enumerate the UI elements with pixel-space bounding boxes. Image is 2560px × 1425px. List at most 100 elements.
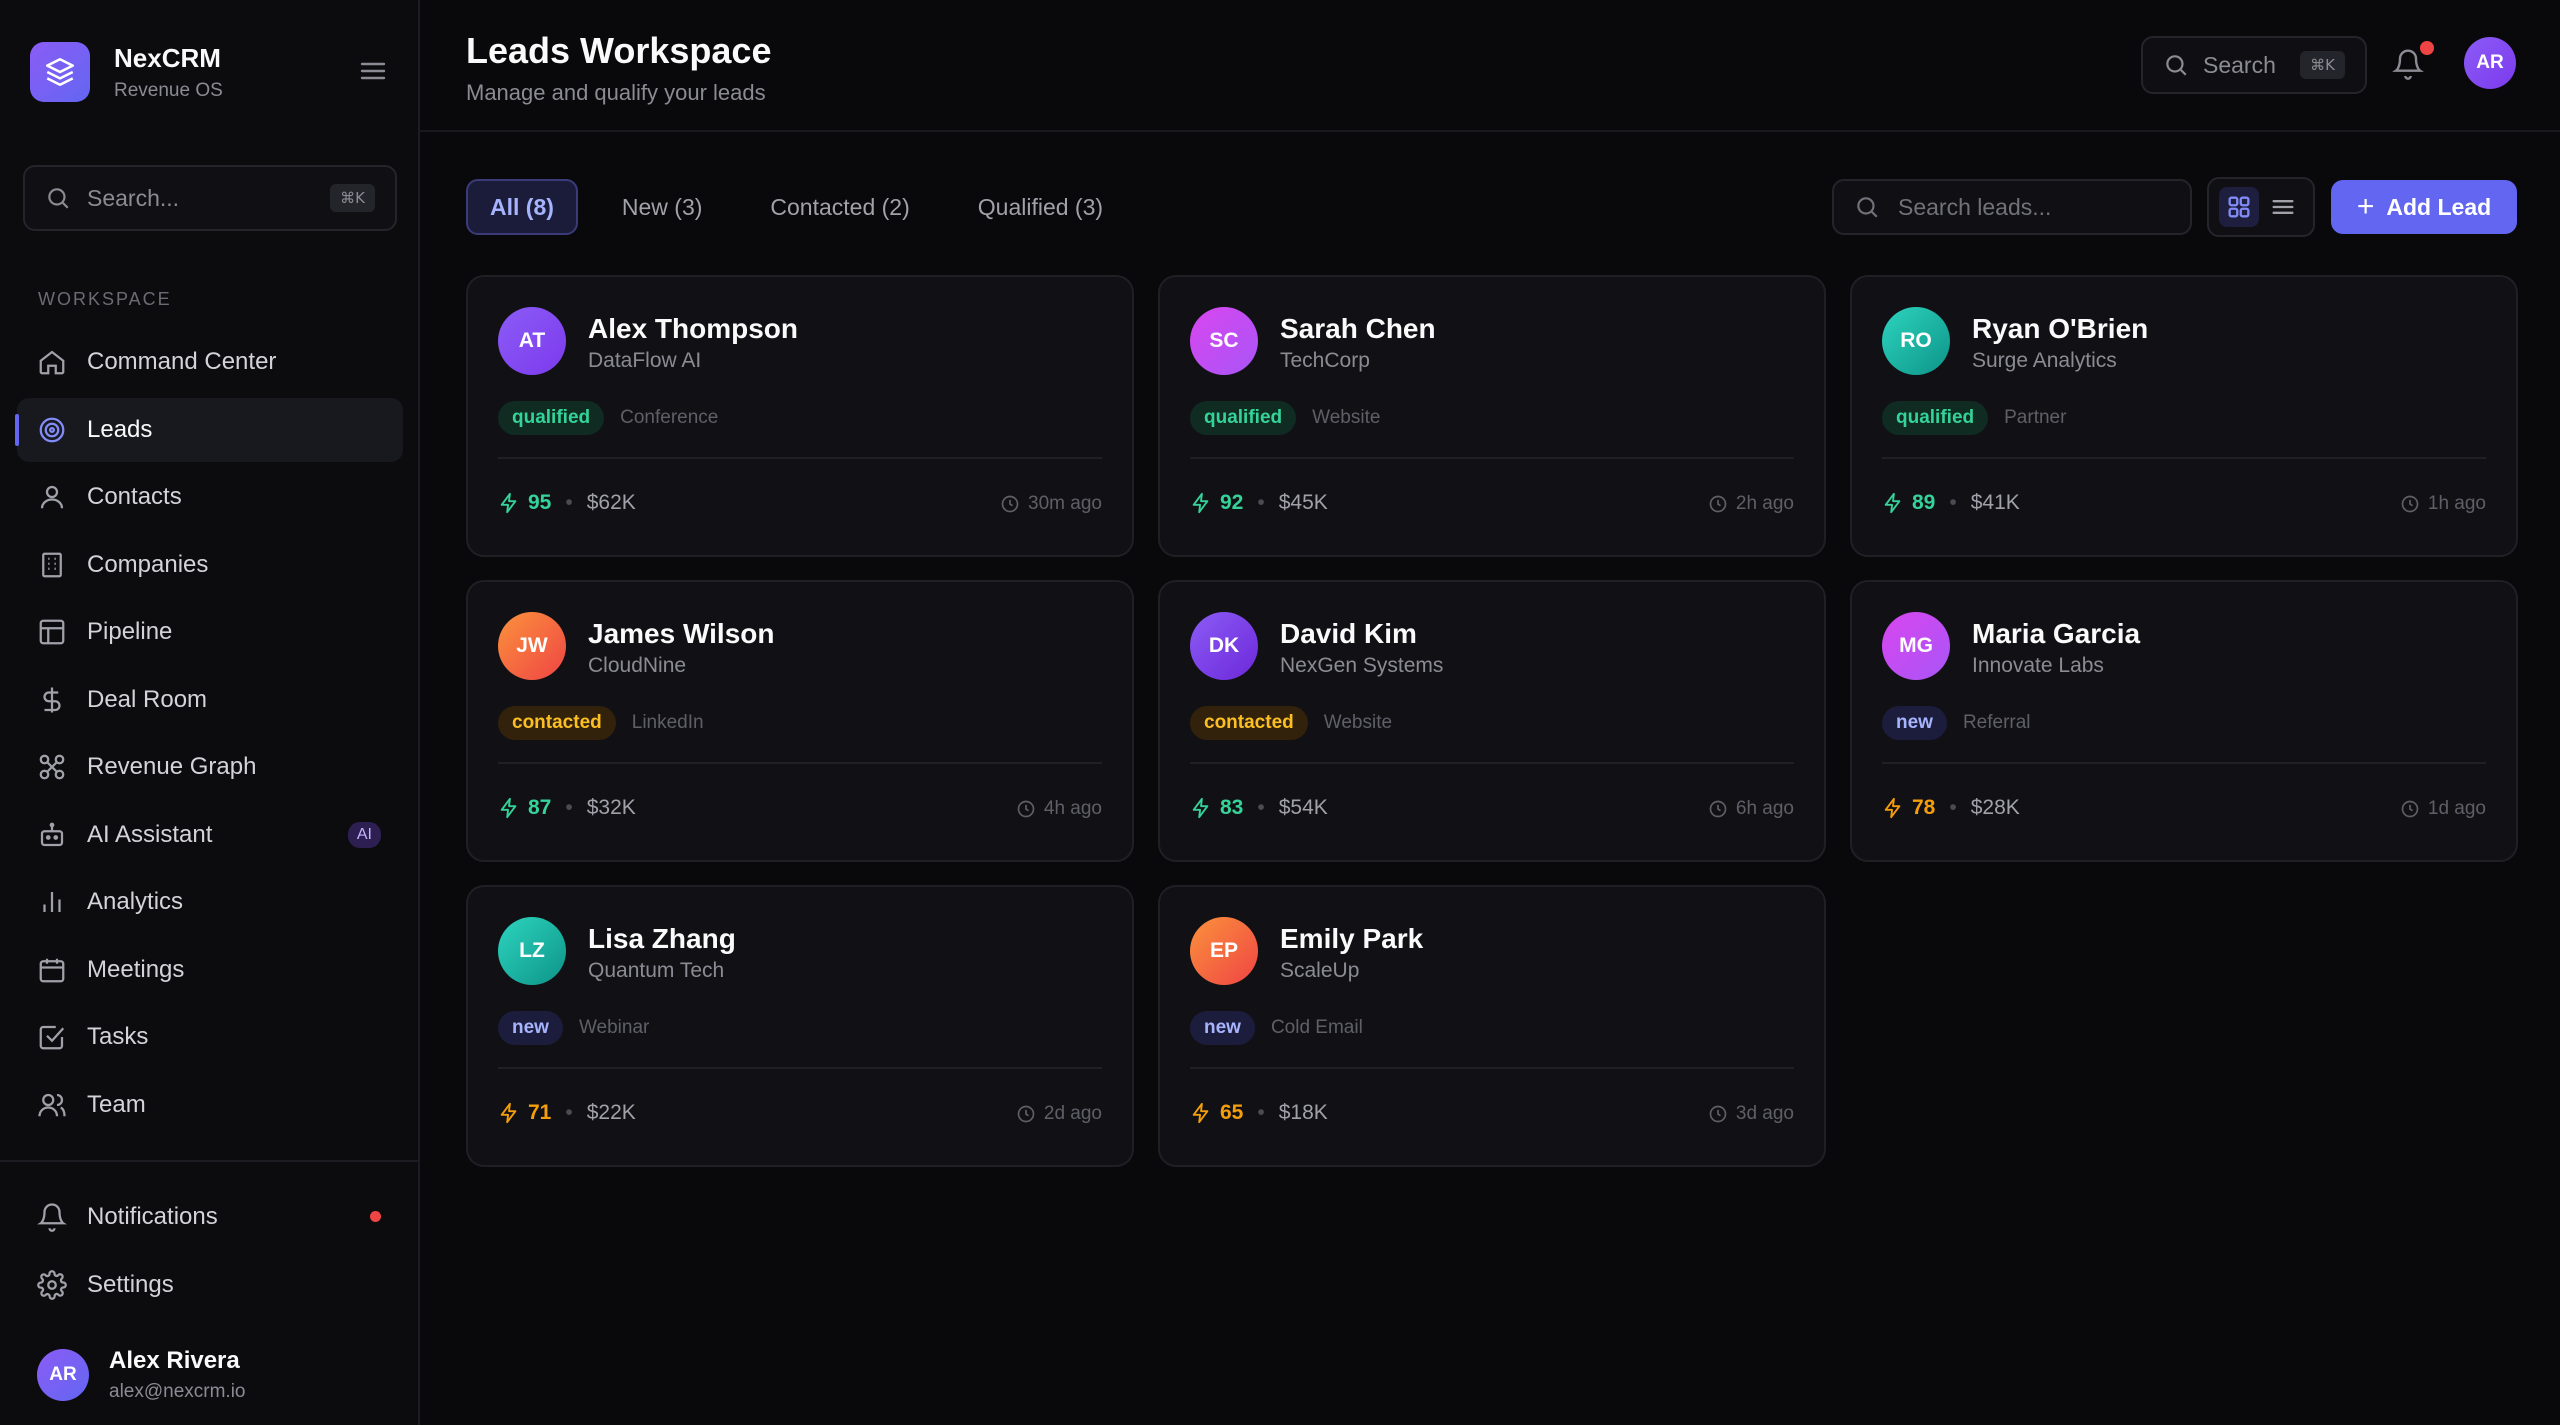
sidebar-item-settings[interactable]: Settings — [17, 1253, 403, 1317]
sidebar-item-team[interactable]: Team — [17, 1073, 403, 1137]
lead-card[interactable]: JW James Wilson CloudNine contacted LinkedIn… — [466, 580, 1134, 862]
deal-amount: $41K — [1970, 491, 2020, 514]
bar-chart-icon — [37, 887, 67, 917]
user-profile[interactable]: AR Alex Rivera alex@nexcrm.io — [37, 1347, 246, 1403]
lead-search-placeholder: Search leads... — [1898, 193, 2052, 220]
lead-metrics: 78 • $28K — [1882, 796, 2020, 820]
lead-source: Website — [1312, 407, 1381, 428]
grid-view-icon[interactable] — [2219, 187, 2259, 227]
lead-card[interactable]: RO Ryan O'Brien Surge Analytics qualified Pa… — [1850, 275, 2518, 557]
sidebar-item-analytics[interactable]: Analytics — [17, 870, 403, 934]
sidebar-search-placeholder: Search... — [87, 184, 180, 211]
global-search-button[interactable]: Search ⌘K — [2141, 36, 2367, 94]
sidebar-item-label: Meetings — [87, 955, 185, 983]
header: Leads Workspace Manage and qualify your … — [420, 0, 2560, 132]
shortcut-badge: ⌘K — [330, 184, 375, 212]
card-divider — [1190, 762, 1794, 764]
lead-search-input[interactable]: Search leads... — [1832, 179, 2192, 235]
target-icon — [37, 415, 67, 445]
lead-source: Cold Email — [1270, 1017, 1363, 1038]
sidebar-item-deal-room[interactable]: Deal Room — [17, 668, 403, 732]
sidebar-item-ai-assistant[interactable]: AI Assistant AI — [17, 803, 403, 867]
sidebar-item-contacts[interactable]: Contacts — [17, 465, 403, 529]
sidebar-item-pipeline[interactable]: Pipeline — [17, 600, 403, 664]
dollar-icon — [37, 685, 67, 715]
user-email: alex@nexcrm.io — [109, 1381, 246, 1402]
lead-metrics: 71 • $22K — [498, 1101, 636, 1125]
lead-name: Ryan O'Brien — [1972, 313, 2149, 344]
lead-tags: new Referral — [1882, 706, 2031, 740]
ai-badge: AI — [347, 821, 381, 848]
list-view-icon[interactable] — [2263, 187, 2303, 227]
lead-card[interactable]: LZ Lisa Zhang Quantum Tech new Webinar 71 • $22… — [466, 885, 1134, 1167]
tab-qualified[interactable]: Qualified (3) — [954, 179, 1127, 235]
avatar[interactable]: AR — [2464, 37, 2516, 89]
users-icon — [37, 1090, 67, 1120]
lead-source: Partner — [2004, 407, 2067, 428]
lead-name: Maria Garcia — [1972, 618, 2141, 649]
sidebar-item-label: Leads — [87, 415, 153, 443]
tab-contacted[interactable]: Contacted (2) — [746, 179, 933, 235]
separator: • — [1949, 796, 1957, 819]
brand[interactable]: NexCRM Revenue OS — [30, 42, 223, 102]
lead-score: 95 — [528, 491, 552, 514]
status-badge: qualified — [1190, 401, 1297, 435]
separator: • — [1257, 796, 1265, 819]
last-activity: 30m ago — [1000, 493, 1102, 515]
sidebar-item-companies[interactable]: Companies — [17, 533, 403, 597]
lead-tags: qualified Conference — [498, 401, 718, 435]
avatar: SC — [1190, 307, 1258, 375]
add-lead-label: Add Lead — [2386, 193, 2492, 220]
lead-source: Webinar — [578, 1017, 650, 1038]
deal-amount: $45K — [1278, 491, 1328, 514]
avatar: RO — [1882, 307, 1950, 375]
sidebar-item-command-center[interactable]: Command Center — [17, 330, 403, 394]
bolt-icon — [1192, 492, 1209, 514]
lead-tags: contacted Website — [1190, 706, 1392, 740]
deal-amount: $18K — [1278, 1101, 1328, 1124]
lead-score: 92 — [1220, 491, 1244, 514]
sidebar-search-input[interactable]: Search... ⌘K — [23, 165, 397, 231]
status-badge: contacted — [498, 706, 616, 740]
lead-card[interactable]: MG Maria Garcia Innovate Labs new Referral 78… — [1850, 580, 2518, 862]
card-divider — [498, 457, 1102, 459]
lead-card[interactable]: EP Emily Park ScaleUp new Cold Email 65 • $18K 3… — [1158, 885, 1826, 1167]
add-lead-button[interactable]: + Add Lead — [2331, 180, 2517, 234]
sidebar-item-label: Revenue Graph — [87, 753, 257, 780]
sidebar-item-tasks[interactable]: Tasks — [17, 1005, 403, 1069]
calendar-icon — [37, 955, 67, 985]
tab-all[interactable]: All (8) — [466, 179, 578, 235]
last-activity: 3d ago — [1708, 1103, 1794, 1125]
sidebar-item-notifications[interactable]: Notifications — [17, 1185, 403, 1249]
menu-toggle-icon[interactable] — [358, 58, 388, 84]
separator: • — [565, 1101, 573, 1124]
lead-tags: contacted LinkedIn — [498, 706, 704, 740]
lead-name: Lisa Zhang — [588, 923, 736, 954]
notification-dot — [2420, 41, 2434, 55]
lead-tags: qualified Website — [1190, 401, 1380, 435]
last-activity: 2h ago — [1708, 493, 1794, 515]
sidebar-item-label: Notifications — [87, 1203, 218, 1230]
lead-metrics: 95 • $62K — [498, 491, 636, 515]
lead-card[interactable]: SC Sarah Chen TechCorp qualified Website 92 • $… — [1158, 275, 1826, 557]
sidebar-item-revenue-graph[interactable]: Revenue Graph — [17, 735, 403, 799]
notifications-bell-icon[interactable] — [2392, 48, 2424, 80]
search-icon — [48, 188, 69, 209]
card-divider — [1190, 1067, 1794, 1069]
last-activity: 4h ago — [1016, 798, 1102, 820]
separator: • — [1257, 491, 1265, 514]
lead-metrics: 65 • $18K — [1190, 1101, 1328, 1125]
bolt-icon — [1884, 492, 1901, 514]
sidebar-item-meetings[interactable]: Meetings — [17, 938, 403, 1002]
lead-card[interactable]: DK David Kim NexGen Systems contacted Websit… — [1158, 580, 1826, 862]
shortcut-badge: ⌘K — [2300, 51, 2345, 79]
clock-icon — [1017, 1105, 1035, 1123]
clock-icon — [1001, 495, 1019, 513]
bolt-icon — [500, 797, 517, 819]
tab-new[interactable]: New (3) — [598, 179, 727, 235]
lead-card[interactable]: AT Alex Thompson DataFlow AI qualified Confe… — [466, 275, 1134, 557]
card-divider — [498, 1067, 1102, 1069]
page-subtitle: Manage and qualify your leads — [466, 80, 766, 105]
last-activity: 1h ago — [2400, 493, 2486, 515]
sidebar-item-leads[interactable]: Leads — [15, 397, 403, 462]
